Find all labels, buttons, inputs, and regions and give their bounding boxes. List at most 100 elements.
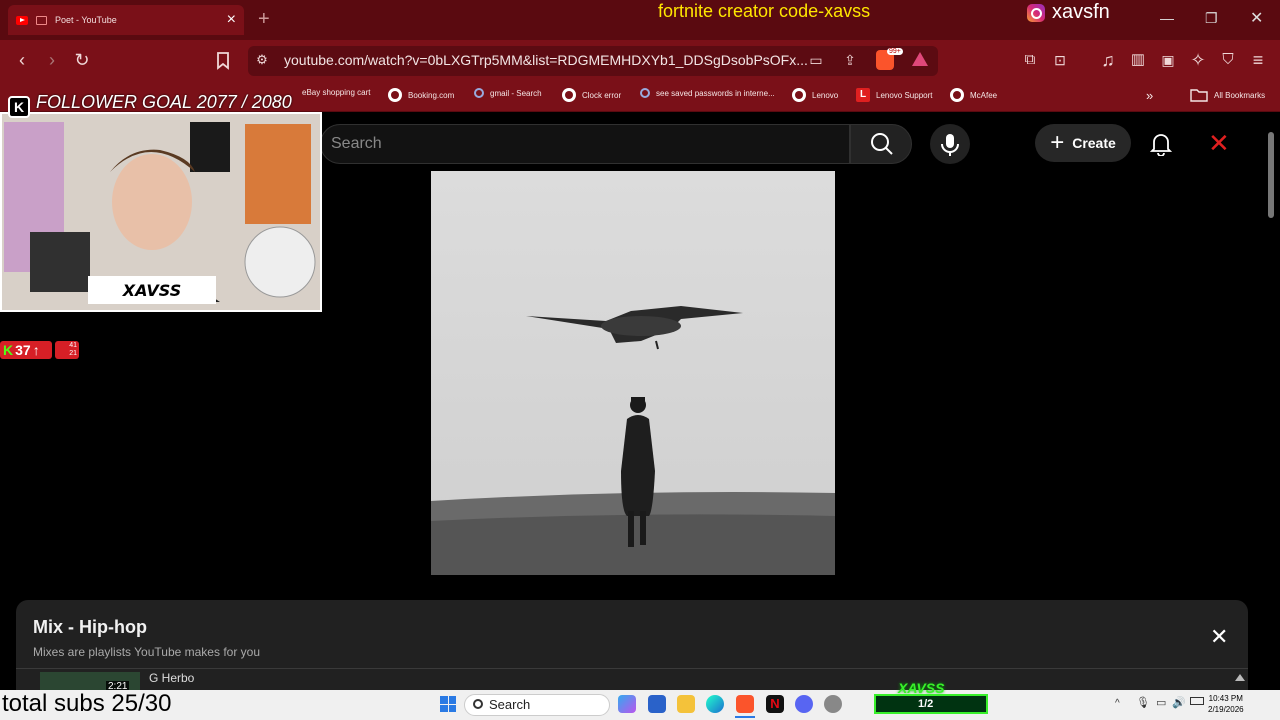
playlist-item-artist[interactable]: G Herbo bbox=[149, 671, 194, 685]
bookmark-label: Lenovo Support bbox=[876, 90, 933, 100]
volume-icon[interactable]: 🔊 bbox=[1172, 696, 1186, 709]
webcam-feed: XAVSS bbox=[0, 112, 322, 312]
copilot-icon[interactable] bbox=[618, 695, 636, 713]
kick-stat-value: 41 bbox=[69, 342, 77, 349]
kick-logo-icon: K bbox=[8, 96, 30, 118]
music-icon[interactable]: ♫ bbox=[1098, 50, 1118, 70]
forward-icon[interactable]: › bbox=[42, 50, 62, 70]
close-tab-icon[interactable]: × bbox=[227, 11, 236, 29]
youtube-favicon-icon bbox=[16, 15, 28, 25]
netflix-icon[interactable]: N bbox=[766, 695, 784, 713]
share-icon[interactable]: ⇪ bbox=[840, 50, 860, 70]
cast-icon[interactable]: ▭ bbox=[806, 50, 826, 70]
site-settings-icon[interactable]: ⚙ bbox=[252, 50, 272, 70]
cam-label: XAVSS bbox=[122, 281, 182, 300]
bookmark-label: Booking.com bbox=[408, 90, 455, 100]
globe-icon bbox=[792, 88, 806, 102]
viewer-count: 37 bbox=[15, 342, 31, 358]
youtube-search-input[interactable]: Search bbox=[320, 124, 850, 164]
url-text[interactable]: youtube.com/watch?v=0bLXGTrp5MM&list=RDG… bbox=[284, 52, 808, 68]
tab-title: Poet - YouTube bbox=[55, 15, 117, 25]
bookmark-item[interactable]: Lenovo bbox=[792, 88, 838, 102]
back-icon[interactable]: ‹ bbox=[12, 50, 32, 70]
active-app-indicator bbox=[735, 716, 755, 718]
windows-taskbar bbox=[0, 690, 1280, 720]
mix-title[interactable]: Mix - Hip-hop bbox=[33, 617, 147, 638]
all-bookmarks[interactable]: All Bookmarks bbox=[1190, 88, 1265, 102]
taskbar-clock[interactable]: 10:43 PM 2/19/2026 bbox=[1208, 693, 1244, 715]
discord-icon[interactable] bbox=[795, 695, 813, 713]
page-scrollbar[interactable] bbox=[1268, 132, 1274, 218]
bell-icon bbox=[1150, 134, 1172, 156]
kick-viewer-count: K 37 ↑ bbox=[0, 341, 52, 359]
browser-tab[interactable]: Poet - YouTube × bbox=[8, 5, 244, 35]
bookmark-label: eBay shopping cart bbox=[302, 88, 371, 97]
wallet-icon[interactable]: ▣ bbox=[1158, 50, 1178, 70]
vpn-icon[interactable]: ⛉ bbox=[1218, 50, 1238, 70]
screenshot-icon[interactable]: ⊡ bbox=[1050, 50, 1070, 70]
voice-search-button[interactable] bbox=[930, 124, 970, 164]
instagram-icon bbox=[1027, 4, 1045, 22]
kick-icon: K bbox=[3, 342, 14, 358]
scroll-up-arrow-icon[interactable] bbox=[1235, 674, 1245, 681]
tab-media-icon bbox=[36, 15, 47, 25]
globe-icon bbox=[388, 88, 402, 102]
close-mix-icon[interactable]: ✕ bbox=[1210, 624, 1228, 650]
window-close-icon[interactable]: ✕ bbox=[1250, 8, 1263, 28]
steam-icon[interactable] bbox=[824, 695, 842, 713]
bookmark-item[interactable]: gmail - Search bbox=[474, 88, 542, 98]
webcam-overlay: XAVSS bbox=[0, 112, 322, 312]
globe-icon bbox=[562, 88, 576, 102]
battery-icon[interactable] bbox=[1190, 697, 1204, 705]
video-frame bbox=[431, 171, 835, 575]
microphone-icon[interactable]: 🎙 bbox=[1136, 696, 1150, 709]
clock-time: 10:43 PM bbox=[1208, 694, 1243, 703]
video-player[interactable] bbox=[431, 171, 835, 575]
bookmark-item[interactable]: McAfee bbox=[950, 88, 997, 102]
create-button[interactable]: + Create bbox=[1035, 124, 1131, 162]
close-overlay-icon[interactable]: ✕ bbox=[1208, 128, 1230, 159]
search-icon bbox=[871, 133, 893, 155]
extensions-icon[interactable]: ⧉ bbox=[1020, 50, 1040, 70]
bookmark-item[interactable]: Clock error bbox=[562, 88, 621, 102]
brave-rewards-icon[interactable] bbox=[912, 52, 928, 66]
minimize-icon[interactable]: — bbox=[1160, 10, 1174, 26]
bookmark-label: Clock error bbox=[582, 90, 622, 100]
shield-badge: 99+ bbox=[887, 48, 903, 55]
streamer-handle: xavsfn bbox=[1052, 1, 1110, 23]
scene-counter-value: 1/2 bbox=[918, 698, 934, 710]
windows-start-icon[interactable] bbox=[440, 696, 456, 712]
mix-subtitle: Mixes are playlists YouTube makes for yo… bbox=[33, 645, 260, 659]
bookmark-item[interactable]: Booking.com bbox=[388, 88, 454, 102]
new-tab-icon[interactable]: + bbox=[258, 8, 270, 31]
reload-icon[interactable]: ↻ bbox=[72, 50, 92, 70]
more-bookmarks-icon[interactable]: » bbox=[1146, 88, 1153, 103]
leo-ai-icon[interactable]: ✧ bbox=[1188, 50, 1208, 70]
brave-icon[interactable] bbox=[736, 695, 754, 713]
bookmark-item[interactable]: L Lenovo Support bbox=[856, 88, 933, 102]
follower-goal: FOLLOWER GOAL 2077 / 2080 bbox=[36, 92, 292, 112]
store-icon[interactable] bbox=[648, 695, 666, 713]
file-explorer-icon[interactable] bbox=[677, 695, 695, 713]
bookmark-label: McAfee bbox=[970, 90, 998, 100]
bookmark-label: see saved passwords in interne... bbox=[656, 88, 775, 98]
notifications-button[interactable] bbox=[1150, 132, 1172, 156]
folder-icon bbox=[1190, 89, 1208, 102]
mix-divider bbox=[16, 668, 1248, 669]
taskbar-search[interactable]: Search bbox=[464, 694, 610, 716]
search-icon bbox=[473, 699, 483, 709]
bookmark-item[interactable]: see saved passwords in interne... bbox=[640, 88, 775, 98]
all-bookmarks-label: All Bookmarks bbox=[1214, 90, 1266, 100]
plus-icon: + bbox=[1050, 129, 1065, 156]
edge-icon[interactable] bbox=[706, 695, 724, 713]
bookmark-item[interactable]: eBay shopping cart bbox=[302, 88, 371, 97]
tray-overflow-icon[interactable]: ^ bbox=[1115, 698, 1120, 709]
network-icon[interactable]: ▭ bbox=[1156, 696, 1166, 709]
sidebar-icon[interactable]: ▥ bbox=[1128, 50, 1148, 70]
bookmark-page-icon[interactable] bbox=[213, 50, 233, 70]
arrow-up-icon: ↑ bbox=[32, 342, 40, 358]
bookmark-label: gmail - Search bbox=[490, 88, 542, 98]
menu-icon[interactable]: ≡ bbox=[1248, 50, 1268, 70]
youtube-search-button[interactable] bbox=[850, 124, 912, 164]
restore-icon[interactable]: ❐ bbox=[1205, 10, 1218, 27]
